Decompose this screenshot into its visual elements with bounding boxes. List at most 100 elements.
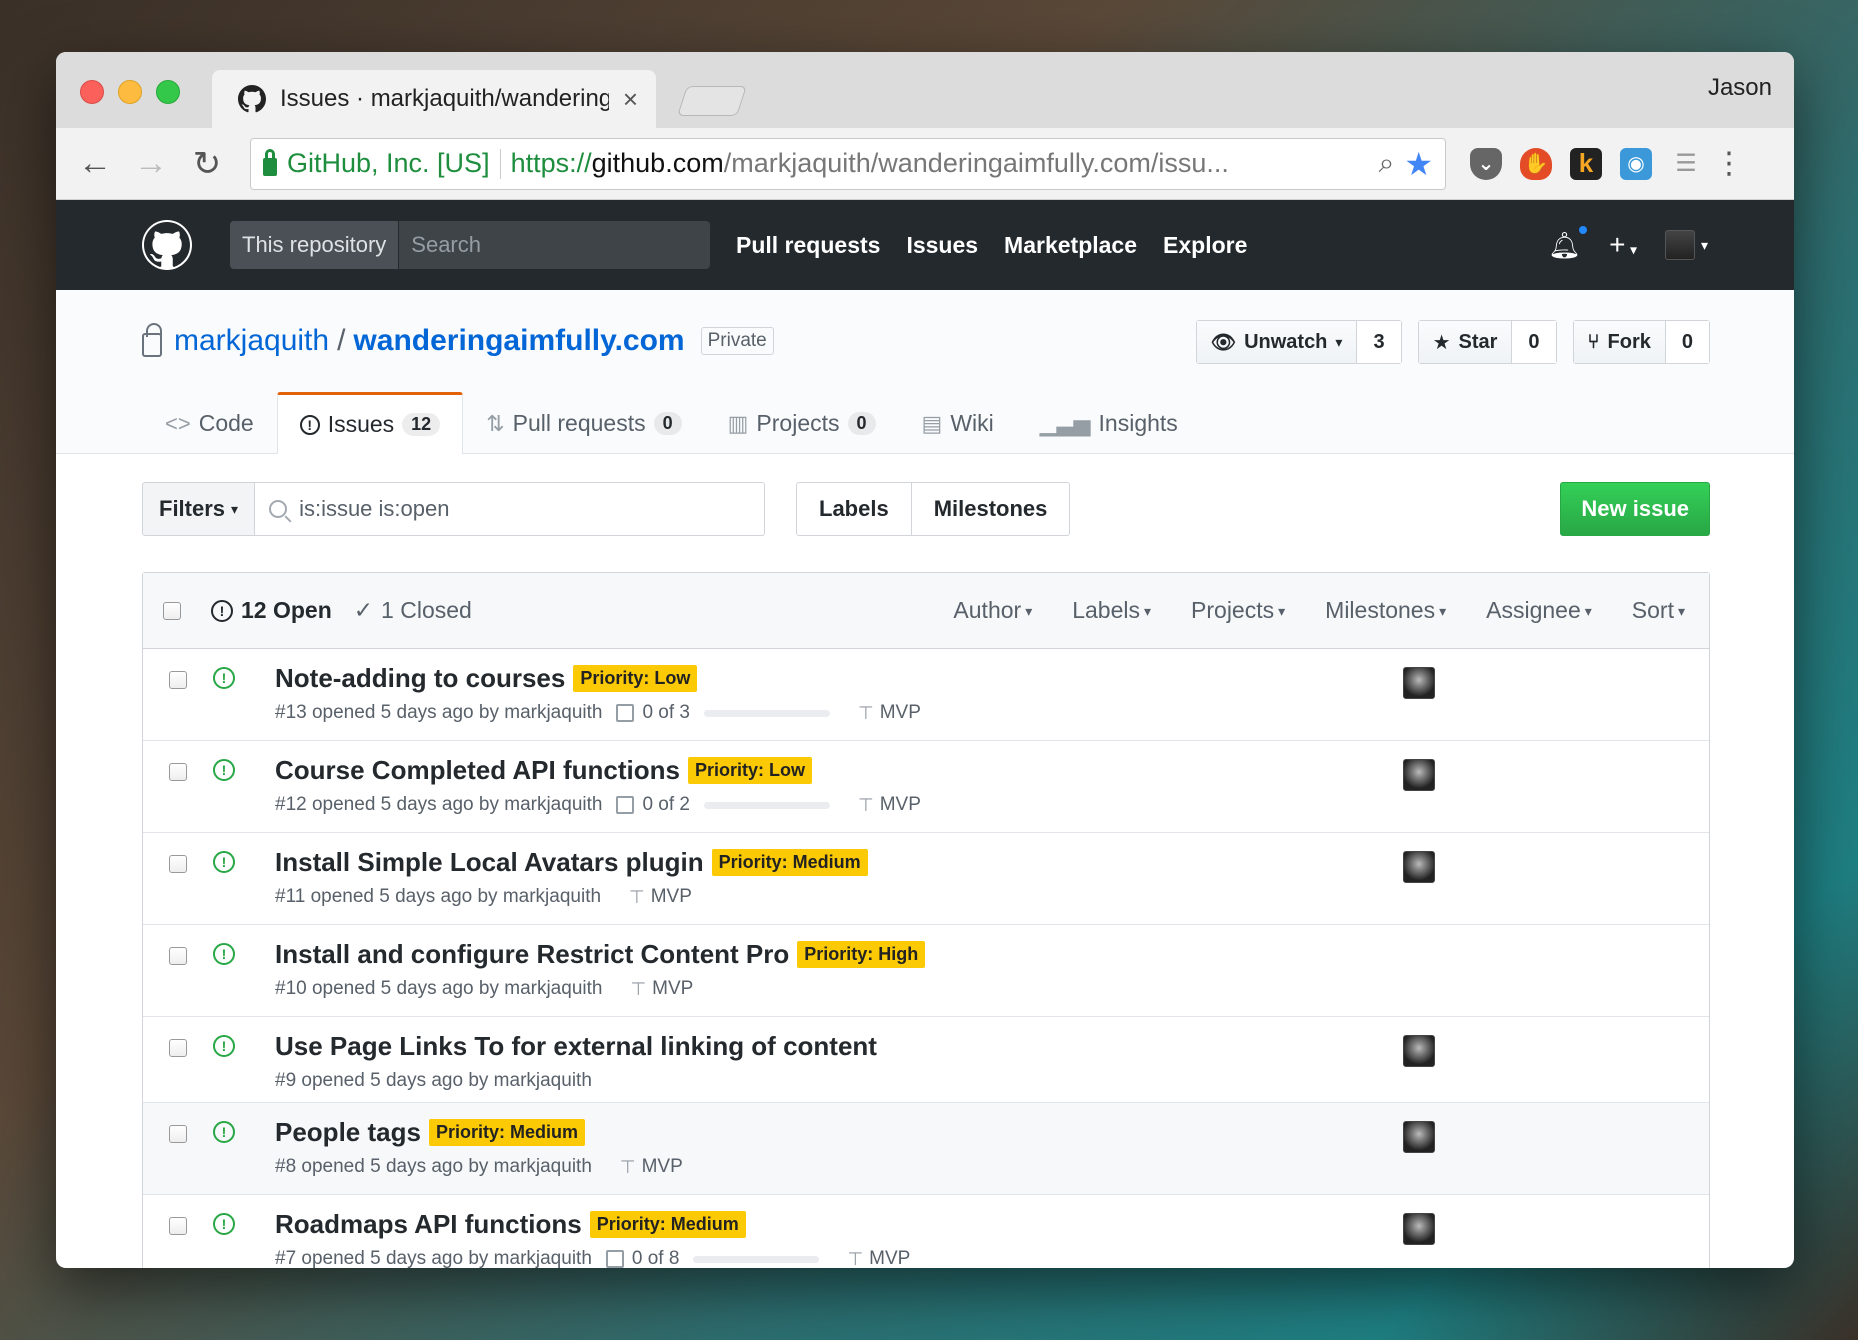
forks-count[interactable]: 0 xyxy=(1665,321,1709,363)
minimize-window-button[interactable] xyxy=(118,80,142,104)
back-arrow-icon[interactable]: ← xyxy=(70,139,120,189)
tab-wiki[interactable]: ▤ Wiki xyxy=(899,392,1017,454)
issue-title-link[interactable]: People tags xyxy=(275,1117,421,1148)
avatar[interactable] xyxy=(1403,1213,1435,1245)
avatar[interactable] xyxy=(1403,667,1435,699)
row-checkbox[interactable] xyxy=(169,763,187,781)
header-search-input[interactable]: Search xyxy=(399,221,493,269)
row-checkbox[interactable] xyxy=(169,1125,187,1143)
issue-title-link[interactable]: Install and configure Restrict Content P… xyxy=(275,939,789,970)
fork-button[interactable]: ⑂ Fork xyxy=(1573,321,1666,363)
closed-issues-link[interactable]: ✓ 1 Closed xyxy=(354,597,472,624)
issue-title-link[interactable]: Install Simple Local Avatars plugin xyxy=(275,847,704,878)
priority-label[interactable]: Priority: Medium xyxy=(711,849,868,876)
tab-code-label: Code xyxy=(198,410,254,436)
issue-title-link[interactable]: Roadmaps API functions xyxy=(275,1209,582,1240)
browser-tab-issues[interactable]: Issues · markjaquith/wanderingaimfully.c… xyxy=(212,70,656,128)
forward-arrow-icon[interactable]: → xyxy=(126,139,176,189)
filters-dropdown[interactable]: Filters ▾ xyxy=(142,482,256,536)
row-checkbox[interactable] xyxy=(169,947,187,965)
tab-issues[interactable]: ! Issues 12 xyxy=(276,392,464,454)
avatar[interactable] xyxy=(1403,1035,1435,1067)
table-row: ! Roadmaps API functions Priority: Medium… xyxy=(143,1195,1709,1268)
notifications-bell-icon[interactable]: 🔔︎ xyxy=(1548,223,1590,261)
repo-name-link[interactable]: wanderingaimfully.com xyxy=(353,324,684,358)
unread-dot xyxy=(1577,223,1590,236)
star-button[interactable]: ★ Star xyxy=(1418,321,1513,363)
row-checkbox[interactable] xyxy=(169,1217,187,1235)
labels-filter[interactable]: Labels ▾ xyxy=(1072,597,1151,624)
address-bar[interactable]: GitHub, Inc. [US] https://github.com/mar… xyxy=(250,137,1446,190)
task-count: 0 of 2 xyxy=(642,794,690,815)
milestone-link[interactable]: ⊤ MVP xyxy=(858,794,921,816)
nav-issues[interactable]: Issues xyxy=(906,232,978,259)
priority-label[interactable]: Priority: High xyxy=(797,941,926,968)
projects-filter[interactable]: Projects ▾ xyxy=(1191,597,1285,624)
maximize-window-button[interactable] xyxy=(156,80,180,104)
issues-subnav: Filters ▾ is:issue is:open Labels Milesto… xyxy=(56,454,1794,554)
row-checkbox[interactable] xyxy=(169,671,187,689)
close-window-button[interactable] xyxy=(80,80,104,104)
nav-explore[interactable]: Explore xyxy=(1163,232,1247,259)
issue-title-link[interactable]: Note-adding to courses xyxy=(275,663,565,694)
profile-name[interactable]: Jason xyxy=(1708,74,1772,102)
stargazers-count[interactable]: 0 xyxy=(1512,321,1556,363)
user-menu[interactable]: ▾ xyxy=(1664,230,1708,260)
milestone-link[interactable]: ⊤ MVP xyxy=(847,1248,910,1268)
list-icon[interactable]: ☰ xyxy=(1670,148,1702,180)
priority-label[interactable]: Priority: Medium xyxy=(589,1211,746,1238)
project-icon: ▥ xyxy=(727,410,749,436)
tab-projects[interactable]: ▥ Projects 0 xyxy=(705,392,899,454)
unwatch-button[interactable]: 👁︎ Unwatch ▾ xyxy=(1196,321,1358,363)
issues-list-header: ! 12 Open ✓ 1 Closed Author ▾ Labels ▾ Proje… xyxy=(143,573,1709,649)
url-text[interactable]: https://github.com/markjaquith/wandering… xyxy=(511,148,1369,179)
nav-pull-requests[interactable]: Pull requests xyxy=(736,232,880,259)
checklist-icon xyxy=(616,704,635,722)
new-tab-button[interactable] xyxy=(677,86,747,116)
watchers-count[interactable]: 3 xyxy=(1357,321,1401,363)
row-checkbox[interactable] xyxy=(169,1039,187,1057)
milestone-link[interactable]: ⊤ MVP xyxy=(858,702,921,724)
pocket-icon[interactable]: ⌄ xyxy=(1470,147,1502,180)
zoom-search-icon[interactable]: ⌕ xyxy=(1379,147,1395,180)
create-new-button[interactable]: + ▾ xyxy=(1609,229,1637,261)
milestone-label: MVP xyxy=(652,978,694,999)
bookmark-star-icon[interactable]: ★ xyxy=(1404,145,1433,183)
issue-title-link[interactable]: Course Completed API functions xyxy=(275,755,680,786)
reload-icon[interactable]: ↻ xyxy=(182,139,232,189)
repo-owner-link[interactable]: markjaquith xyxy=(174,324,329,358)
priority-label[interactable]: Priority: Low xyxy=(573,665,698,692)
avatar[interactable] xyxy=(1403,1121,1435,1153)
screenshot-icon[interactable]: ◉ xyxy=(1620,147,1652,180)
github-logo-icon[interactable] xyxy=(142,220,192,270)
priority-label[interactable]: Priority: Medium xyxy=(428,1119,585,1146)
row-checkbox[interactable] xyxy=(169,855,187,873)
select-all-checkbox[interactable] xyxy=(163,601,181,620)
checklist-icon xyxy=(605,1250,624,1268)
milestone-link[interactable]: ⊤ MVP xyxy=(630,978,693,1000)
browser-menu-icon[interactable]: ⋮ xyxy=(1714,146,1744,181)
issues-search-input[interactable]: is:issue is:open xyxy=(255,482,766,536)
milestones-button[interactable]: Milestones xyxy=(911,482,1071,536)
sort-filter[interactable]: Sort ▾ xyxy=(1632,597,1685,624)
priority-label[interactable]: Priority: Low xyxy=(687,757,812,784)
avatar[interactable] xyxy=(1403,851,1435,883)
author-filter[interactable]: Author ▾ xyxy=(953,597,1032,624)
issue-title-link[interactable]: Use Page Links To for external linking o… xyxy=(275,1031,877,1062)
milestone-link[interactable]: ⊤ MVP xyxy=(620,1156,683,1178)
tab-code[interactable]: <> Code xyxy=(142,392,277,454)
k-icon[interactable]: k xyxy=(1570,147,1602,180)
assignee-filter[interactable]: Assignee ▾ xyxy=(1486,597,1592,624)
tab-pull-requests[interactable]: ⇅ Pull requests 0 xyxy=(463,392,704,454)
milestones-filter[interactable]: Milestones ▾ xyxy=(1325,597,1446,624)
new-issue-button[interactable]: New issue xyxy=(1560,482,1710,536)
open-issues-link[interactable]: ! 12 Open xyxy=(211,597,332,624)
ublock-icon[interactable]: ✋ xyxy=(1520,147,1552,180)
tab-insights[interactable]: ▁▃▅ Insights xyxy=(1017,392,1201,454)
search-scope-label[interactable]: This repository xyxy=(230,221,400,269)
milestone-link[interactable]: ⊤ MVP xyxy=(629,886,692,908)
labels-button[interactable]: Labels xyxy=(796,482,912,536)
tab-close-icon[interactable]: × xyxy=(623,84,638,115)
nav-marketplace[interactable]: Marketplace xyxy=(1004,232,1137,259)
avatar[interactable] xyxy=(1403,759,1435,791)
